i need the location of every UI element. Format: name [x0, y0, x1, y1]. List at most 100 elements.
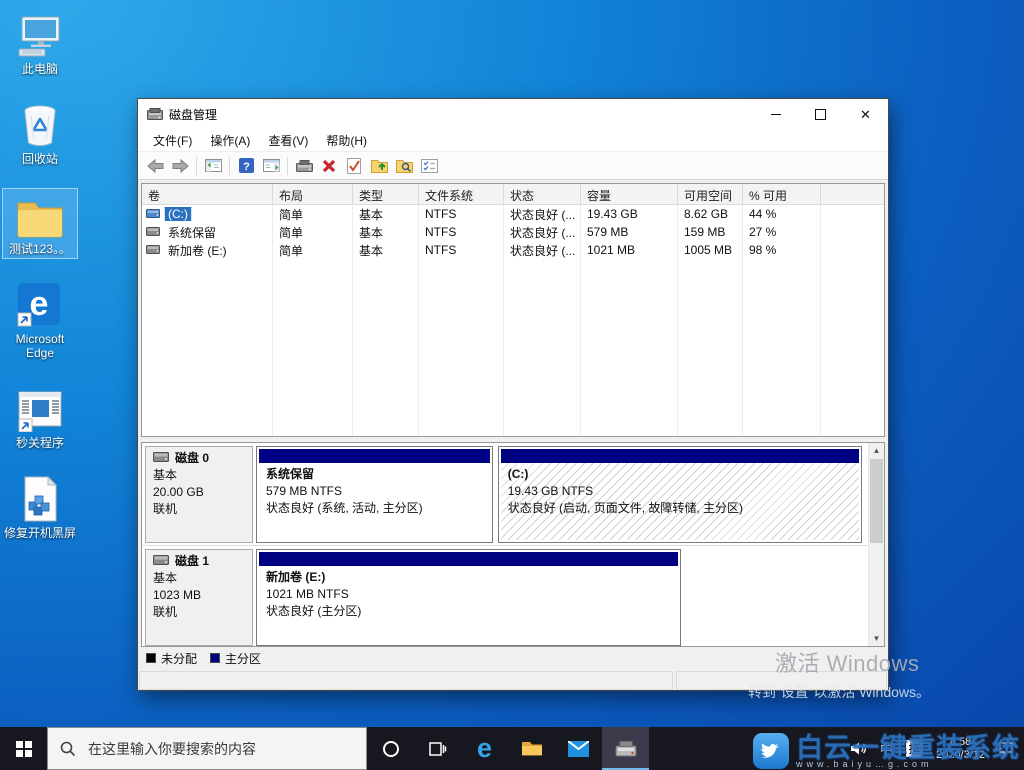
menu-help[interactable]: 帮助(H)	[317, 129, 376, 152]
disk-properties-button[interactable]	[292, 155, 316, 177]
partition-color-bar	[501, 449, 859, 463]
volume-disk-icon	[146, 225, 160, 239]
menu-bar: 文件(F)操作(A)查看(V)帮助(H)	[138, 129, 888, 151]
free-percent-cell: 98 %	[743, 243, 821, 257]
task-view-button[interactable]	[414, 727, 461, 770]
legend-color-swatch	[210, 653, 220, 663]
recycle-bin-icon	[16, 102, 64, 148]
volume-speaker-icon[interactable]	[850, 741, 867, 756]
desktop-icon-folder[interactable]: 测试123。。	[2, 188, 78, 259]
volume-list-header: 卷布局类型文件系统状态容量可用空间% 可用	[142, 184, 884, 205]
free-percent-cell: 44 %	[743, 207, 821, 221]
filesystem-cell: NTFS	[419, 225, 504, 239]
volume-list-rows: (C:)简单基本NTFS状态良好 (...19.43 GB8.62 GB44 %…	[142, 205, 884, 259]
desktop-icon-label: 此电脑	[22, 62, 58, 76]
volume-disk-icon	[146, 243, 160, 257]
properties-check-button[interactable]	[342, 155, 366, 177]
partition-body: (C:)19.43 GB NTFS状态良好 (启动, 页面文件, 故障转储, 主…	[501, 463, 859, 540]
type-cell: 基本	[353, 242, 419, 259]
column-header-7[interactable]: % 可用	[743, 184, 821, 204]
column-header-1[interactable]: 布局	[273, 184, 353, 204]
column-header-0[interactable]: 卷	[142, 184, 273, 204]
cortana-button[interactable]	[367, 727, 414, 770]
folder-icon	[16, 192, 64, 238]
disk-header-0[interactable]: 磁盘 0基本20.00 GB联机	[145, 446, 253, 543]
disk-management-icon	[615, 740, 637, 757]
column-header-6[interactable]: 可用空间	[678, 184, 743, 204]
filesystem-cell: NTFS	[419, 243, 504, 257]
disk-management-app-icon	[147, 108, 163, 120]
column-header-2[interactable]: 类型	[353, 184, 419, 204]
console-tree-icon	[205, 159, 222, 172]
window-title: 磁盘管理	[169, 106, 217, 123]
menu-view[interactable]: 查看(V)	[259, 129, 317, 152]
menu-action[interactable]: 操作(A)	[201, 129, 259, 152]
show-action-pane-button[interactable]	[259, 155, 283, 177]
desktop-icon-app-window[interactable]: 秒关程序	[2, 382, 78, 453]
start-button[interactable]	[0, 727, 47, 770]
close-button[interactable]: ✕	[843, 99, 888, 129]
volume-list: 卷布局类型文件系统状态容量可用空间% 可用 (C:)简单基本NTFS状态良好 (…	[141, 183, 885, 437]
title-bar[interactable]: 磁盘管理 ✕	[138, 99, 888, 129]
edge-icon: e	[16, 282, 64, 328]
partition-box[interactable]: 系统保留579 MB NTFS状态良好 (系统, 活动, 主分区)	[256, 446, 493, 543]
help-button[interactable]: ?	[234, 155, 258, 177]
taskbar-clock[interactable]: 8:58 2020/3/12	[936, 736, 985, 762]
scroll-up-icon[interactable]: ▲	[869, 443, 884, 458]
ime-mode-indicator[interactable]: 拼	[906, 740, 923, 757]
column-header-5[interactable]: 容量	[581, 184, 678, 204]
back-button[interactable]	[143, 155, 167, 177]
desktop-icon-list: 此电脑回收站测试123。。 eMicrosoft Edge 秒关程序修复开机黑屏	[2, 8, 80, 543]
maximize-icon	[815, 109, 826, 120]
desktop-icon-label: 秒关程序	[16, 436, 64, 450]
toolbar-separator	[196, 157, 197, 175]
desktop-icon-registry-file[interactable]: 修复开机黑屏	[2, 472, 78, 543]
disk-management-taskbar-button[interactable]	[602, 727, 649, 770]
edge-taskbar-button[interactable]: e	[461, 727, 508, 770]
file-explorer-button[interactable]	[508, 727, 555, 770]
checklist-icon	[347, 158, 361, 174]
search-input[interactable]	[86, 740, 340, 758]
disk-size: 1023 MB	[153, 587, 245, 604]
delete-x-icon	[322, 159, 336, 173]
disk-header-1[interactable]: 磁盘 1基本1023 MB联机	[145, 549, 253, 646]
find-button[interactable]	[392, 155, 416, 177]
desktop-icon-edge[interactable]: eMicrosoft Edge	[2, 278, 78, 363]
cortana-icon	[382, 740, 400, 758]
taskbar-search-box[interactable]	[47, 727, 367, 770]
desktop-icon-label: 测试123。。	[9, 242, 71, 256]
capacity-cell: 579 MB	[581, 225, 678, 239]
status-cell: 状态良好 (...	[504, 206, 581, 223]
partition-box[interactable]: 新加卷 (E:)1021 MB NTFS状态良好 (主分区)	[256, 549, 681, 646]
ime-language-indicator[interactable]: 中	[880, 739, 893, 758]
volume-row[interactable]: (C:)简单基本NTFS状态良好 (...19.43 GB8.62 GB44 %	[142, 205, 884, 223]
mail-button[interactable]	[555, 727, 602, 770]
desktop-icon-this-pc[interactable]: 此电脑	[2, 8, 78, 79]
scrollbar-thumb[interactable]	[870, 459, 883, 543]
desktop-icon-recycle-bin[interactable]: 回收站	[2, 98, 78, 169]
column-header-3[interactable]: 文件系统	[419, 184, 504, 204]
taskbar: e 中 拼 8:58 2020/3/12	[0, 727, 1024, 770]
status-bar	[138, 670, 888, 690]
partition-status: 状态良好 (主分区)	[266, 603, 671, 620]
forward-button[interactable]	[168, 155, 192, 177]
view-options-button[interactable]	[417, 155, 441, 177]
task-view-icon	[429, 741, 447, 757]
export-button[interactable]	[367, 155, 391, 177]
volume-row[interactable]: 系统保留简单基本NTFS状态良好 (...579 MB159 MB27 %	[142, 223, 884, 241]
menu-file[interactable]: 文件(F)	[144, 129, 201, 152]
delete-button[interactable]	[317, 155, 341, 177]
action-center-icon[interactable]	[998, 741, 1014, 757]
column-header-4[interactable]: 状态	[504, 184, 581, 204]
scroll-down-icon[interactable]: ▼	[869, 631, 884, 646]
free-percent-cell: 27 %	[743, 225, 821, 239]
partition-status: 状态良好 (启动, 页面文件, 故障转储, 主分区)	[508, 500, 852, 517]
minimize-button[interactable]	[753, 99, 798, 129]
show-console-tree-button[interactable]	[201, 155, 225, 177]
maximize-button[interactable]	[798, 99, 843, 129]
partition-title: (C:)	[508, 466, 852, 483]
partition-body: 新加卷 (E:)1021 MB NTFS状态良好 (主分区)	[259, 566, 678, 643]
partition-box[interactable]: (C:)19.43 GB NTFS状态良好 (启动, 页面文件, 故障转储, 主…	[498, 446, 862, 543]
volume-row[interactable]: 新加卷 (E:)简单基本NTFS状态良好 (...1021 MB1005 MB9…	[142, 241, 884, 259]
vertical-scrollbar[interactable]: ▲ ▼	[868, 443, 884, 646]
